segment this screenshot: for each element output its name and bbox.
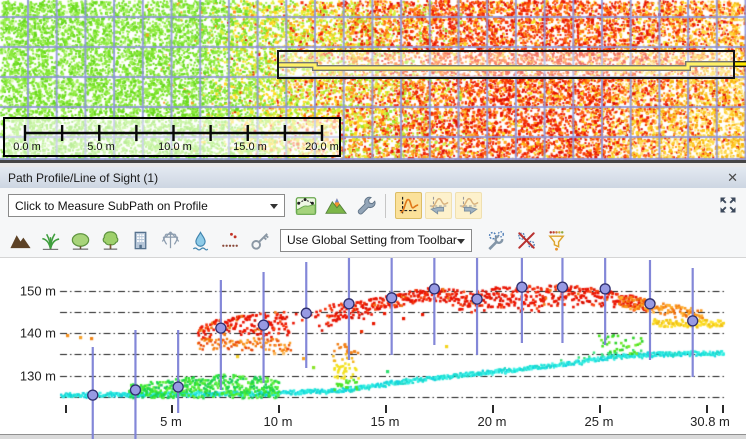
class-setting-value: Use Global Setting from Toolbar [287, 233, 457, 247]
measure-subpath-button[interactable] [292, 192, 319, 219]
terrain-profile-button[interactable] [322, 192, 349, 219]
filter-funnel-icon [545, 229, 568, 252]
profile-marker-node[interactable] [429, 284, 439, 294]
profile-marker-node[interactable] [557, 282, 567, 292]
scale-label: 0.0 m [13, 141, 41, 153]
toolbar-separator [385, 194, 386, 218]
class-medium-vegetation-button[interactable] [66, 226, 94, 254]
profile-marker-node[interactable] [472, 294, 482, 304]
profile-marker-node[interactable] [344, 299, 354, 309]
scale-label: 5.0 m [87, 141, 115, 153]
class-ground-button[interactable] [6, 226, 34, 254]
profile-marker-node[interactable] [600, 284, 610, 294]
clear-classification-button[interactable] [512, 226, 540, 254]
class-low-vegetation-button[interactable] [36, 226, 64, 254]
water-drop-icon [189, 229, 212, 252]
class-settings-button[interactable] [482, 226, 510, 254]
next-profile-button[interactable] [455, 192, 482, 219]
building-icon [129, 229, 152, 252]
show-profile-curve-button[interactable] [395, 192, 422, 219]
class-noise-button[interactable] [216, 226, 244, 254]
panel-title-bar: Path Profile/Line of Sight (1) ✕ [0, 167, 746, 188]
panel-title: Path Profile/Line of Sight (1) [8, 171, 158, 185]
profile-settings-button[interactable] [352, 192, 379, 219]
clear-classes-icon [515, 229, 538, 252]
profile-marker-node[interactable] [173, 382, 183, 392]
powerline-tower-icon [159, 229, 182, 252]
key-icon [249, 229, 272, 252]
profile-toolbar: Click to Measure SubPath on Profile [0, 188, 746, 223]
profile-marker-node[interactable] [216, 323, 226, 333]
class-high-vegetation-button[interactable] [96, 226, 124, 254]
scale-label: 20.0 m [305, 141, 339, 153]
grass-icon [39, 229, 62, 252]
profile-marker-node[interactable] [387, 293, 397, 303]
profile-marker-node[interactable] [517, 282, 527, 292]
path-profile-window: 0.0 m 5.0 m 10.0 m 15.0 m 20.0 m Path Pr… [0, 0, 746, 439]
class-setting-dropdown[interactable]: Use Global Setting from Toolbar [280, 229, 472, 252]
expand-icon [718, 195, 738, 215]
measure-mode-dropdown[interactable]: Click to Measure SubPath on Profile [8, 194, 285, 217]
class-powerline-button[interactable] [156, 226, 184, 254]
previous-profile-icon [428, 195, 450, 217]
profile-marker-node[interactable] [301, 308, 311, 318]
gears-wrench-icon [485, 229, 508, 252]
chevron-down-icon [457, 239, 465, 244]
class-key-points-button[interactable] [246, 226, 274, 254]
profile-selection-region[interactable] [277, 50, 735, 79]
wrench-icon [355, 195, 377, 217]
expand-panel-button[interactable] [718, 195, 738, 220]
noise-points-icon [219, 229, 242, 252]
tree-icon [99, 229, 122, 252]
scale-label: 10.0 m [158, 141, 192, 153]
measure-mode-value: Click to Measure SubPath on Profile [15, 199, 208, 213]
profile-marker-node[interactable] [88, 390, 98, 400]
classification-toolbar: Use Global Setting from Toolbar [0, 223, 746, 258]
profile-plot-area[interactable]: 150 m 140 m 130 m 5 m 10 m 15 m 20 m 25 … [0, 258, 746, 439]
measure-subpath-icon [295, 195, 317, 217]
profile-marker-node[interactable] [259, 320, 269, 330]
next-profile-icon [458, 195, 480, 217]
scale-label: 15.0 m [233, 141, 267, 153]
scale-bar: 0.0 m 5.0 m 10.0 m 15.0 m 20.0 m [3, 117, 341, 157]
profile-marker-node[interactable] [645, 299, 655, 309]
class-building-button[interactable] [126, 226, 154, 254]
class-water-button[interactable] [186, 226, 214, 254]
terrain-profile-icon [325, 195, 347, 217]
close-icon[interactable]: ✕ [727, 171, 738, 184]
class-filter-button[interactable] [542, 226, 570, 254]
profile-markers-overlay [0, 258, 746, 439]
ground-icon [9, 229, 32, 252]
chevron-down-icon [270, 204, 278, 209]
profile-marker-node[interactable] [688, 316, 698, 326]
profile-marker-node[interactable] [130, 385, 140, 395]
profile-curve-icon [398, 195, 420, 217]
point-cloud-top-view[interactable]: 0.0 m 5.0 m 10.0 m 15.0 m 20.0 m [0, 0, 746, 160]
previous-profile-button[interactable] [425, 192, 452, 219]
shrub-icon [69, 229, 92, 252]
